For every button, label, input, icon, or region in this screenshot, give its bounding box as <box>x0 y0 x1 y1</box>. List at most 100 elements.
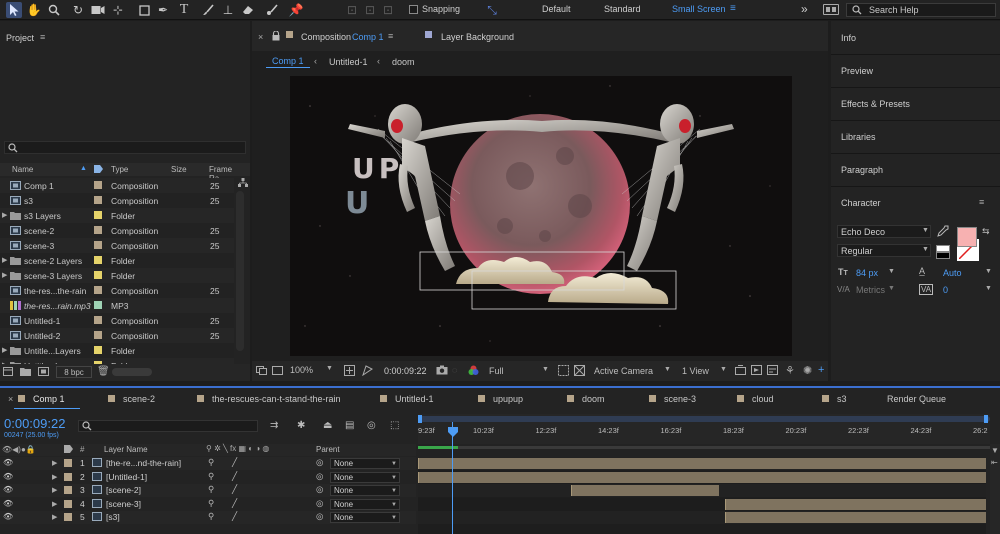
layer-label-swatch[interactable] <box>64 459 72 467</box>
expand-triangle-icon[interactable]: ▶ <box>52 473 57 481</box>
layer-duration-bar[interactable] <box>418 471 986 483</box>
comp-mini-flowchart-icon[interactable]: ⇉ <box>270 420 278 431</box>
views-dropdown[interactable]: 1 View ▼ <box>678 364 730 377</box>
panel-menu-icon[interactable]: ≡ <box>40 32 45 42</box>
collapse-transform-icon[interactable]: ⚲ <box>208 457 214 468</box>
effects-presets-panel[interactable]: Effects & Presets <box>841 99 910 109</box>
bit-depth-button[interactable]: 8 bpc <box>56 366 92 378</box>
eraser-tool-icon[interactable] <box>240 2 256 18</box>
parent-dropdown[interactable]: None ▼ <box>330 512 400 523</box>
composition-tab-name[interactable]: Comp 1 <box>352 32 384 42</box>
comp-button-icon[interactable]: ▼ <box>991 446 999 455</box>
parent-dropdown[interactable]: None ▼ <box>330 485 400 496</box>
pan-behind-tool-icon[interactable]: ⊹ <box>110 2 126 18</box>
exposure-reset-icon[interactable]: ✺ <box>803 364 812 377</box>
type-tool-icon[interactable]: T <box>176 2 192 18</box>
info-panel[interactable]: Info <box>841 33 856 43</box>
rotate-tool-icon[interactable]: ↻ <box>70 2 86 18</box>
layer-row[interactable]: 👁 ▶ 2 [Untitled-1] ⚲ ╱ ◎ None ▼ <box>0 470 416 484</box>
layer-duration-bar[interactable] <box>571 485 720 496</box>
tracking-value[interactable]: 0 <box>943 285 948 295</box>
pick-whip-icon[interactable]: ◎ <box>316 511 323 522</box>
local-axis-icon[interactable]: ⊡ <box>344 2 360 18</box>
quality-icon[interactable]: ╱ <box>232 471 237 482</box>
timeline-current-time[interactable]: 0:00:09:22 <box>4 416 65 431</box>
project-item[interactable]: the-res...the-rain Composition 25 <box>0 283 234 298</box>
composition-canvas[interactable]: UP U <box>290 76 792 356</box>
chevron-down-icon[interactable]: ▼ <box>888 268 895 275</box>
graph-editor-icon[interactable]: ⬚ <box>390 420 399 431</box>
camera-tool-icon[interactable] <box>90 2 106 18</box>
layer-row[interactable]: 👁 ▶ 5 [s3] ⚲ ╱ ◎ None ▼ <box>0 511 416 524</box>
breadcrumb-comp-1[interactable]: Comp 1 <box>266 55 310 68</box>
chevron-down-icon[interactable]: ▼ <box>888 285 895 292</box>
project-item[interactable]: ▶ Untitle...Layers Folder <box>0 343 234 358</box>
project-item[interactable]: Comp 1 Composition 25 <box>0 178 234 193</box>
tab-menu-icon[interactable]: ≡ <box>388 31 393 41</box>
layer-row[interactable]: 👁 ▶ 3 [scene-2] ⚲ ╱ ◎ None ▼ <box>0 484 416 497</box>
layer-row[interactable]: 👁 ▶ 1 [the-re...nd-the-rain] ⚲ ╱ ◎ None ▼ <box>0 457 416 470</box>
chevron-down-icon[interactable]: ▼ <box>985 268 992 275</box>
black-swatch[interactable] <box>936 252 950 259</box>
layer-tab-label[interactable]: Layer Background <box>441 32 514 42</box>
layer-duration-bar[interactable] <box>724 512 986 523</box>
pen-tool-icon[interactable]: ✒ <box>155 2 171 18</box>
layer-label-swatch[interactable] <box>64 499 72 508</box>
expand-triangle-icon[interactable]: ▶ <box>2 211 7 219</box>
label-swatch[interactable] <box>94 346 102 354</box>
parent-dropdown[interactable]: None ▼ <box>330 458 400 469</box>
pick-whip-icon[interactable]: ◎ <box>316 457 323 468</box>
timeline-tab[interactable]: upupup <box>493 394 523 404</box>
toggle-pixel-aspect-icon[interactable] <box>735 365 746 375</box>
libraries-panel[interactable]: Libraries <box>841 132 876 142</box>
draft-3d-icon[interactable]: ✱ <box>297 420 305 431</box>
viewer-timecode[interactable]: 0:00:09:22 <box>384 366 427 376</box>
workspace-small-screen[interactable]: Small Screen <box>672 4 726 14</box>
timeline-tab[interactable]: doom <box>582 394 605 404</box>
parent-dropdown[interactable]: None ▼ <box>330 471 400 483</box>
timeline-tab[interactable]: s3 <box>837 394 847 404</box>
zoom-time-icon[interactable]: ⇤ <box>991 458 998 467</box>
snap-options-icon[interactable]: ⤡ <box>484 2 500 18</box>
navigator-bar[interactable] <box>418 446 990 449</box>
track-area[interactable] <box>418 457 986 534</box>
expand-triangle-icon[interactable]: ▶ <box>2 346 7 354</box>
eye-icon[interactable]: 👁 <box>3 472 13 481</box>
label-swatch[interactable] <box>94 316 102 324</box>
snapping-checkbox[interactable] <box>409 5 418 14</box>
sync-settings-icon[interactable] <box>823 4 839 15</box>
world-axis-icon[interactable]: ⊡ <box>362 2 378 18</box>
project-item[interactable]: ▶ scene-3 Layers Folder <box>0 268 234 283</box>
layer-row[interactable]: 👁 ▶ 4 [scene-3] ⚲ ╱ ◎ None ▼ <box>0 497 416 511</box>
workspace-menu-icon[interactable]: ≡ <box>730 3 736 14</box>
show-snapshot-icon[interactable]: ◌ <box>452 365 457 375</box>
pick-whip-icon[interactable]: ◎ <box>316 484 323 495</box>
transparency-grid-icon[interactable] <box>574 365 585 376</box>
chevron-down-icon[interactable]: ▼ <box>985 285 992 292</box>
character-panel-title[interactable]: Character <box>841 198 881 208</box>
timeline-tab[interactable]: Comp 1 <box>33 394 65 404</box>
hand-tool-icon[interactable]: ✋ <box>26 2 42 18</box>
label-swatch[interactable] <box>94 181 102 189</box>
label-swatch[interactable] <box>94 226 102 234</box>
project-item[interactable]: Untitled-1 Composition 25 <box>0 313 234 328</box>
project-search-input[interactable] <box>4 141 246 154</box>
zoom-tool-icon[interactable] <box>46 2 62 18</box>
label-swatch[interactable] <box>94 196 102 204</box>
label-swatch[interactable] <box>94 271 102 279</box>
work-area-end-handle[interactable] <box>984 415 988 423</box>
expand-triangle-icon[interactable]: ▶ <box>52 459 57 467</box>
column-type[interactable]: Type <box>111 165 128 174</box>
timeline-tab[interactable]: scene-2 <box>123 394 155 404</box>
paragraph-panel[interactable]: Paragraph <box>841 165 883 175</box>
quality-icon[interactable]: ╱ <box>232 457 237 468</box>
leading-value[interactable]: Auto <box>943 268 962 278</box>
project-scrollbar[interactable] <box>236 191 244 351</box>
composition-tab-label[interactable]: Composition <box>301 32 351 42</box>
add-icon[interactable]: + <box>818 364 824 376</box>
new-composition-icon[interactable] <box>38 367 49 376</box>
label-swatch[interactable] <box>94 241 102 249</box>
layer-label-swatch[interactable] <box>64 486 72 494</box>
layer-duration-bar[interactable] <box>724 498 986 510</box>
workspace-standard[interactable]: Standard <box>604 4 641 14</box>
